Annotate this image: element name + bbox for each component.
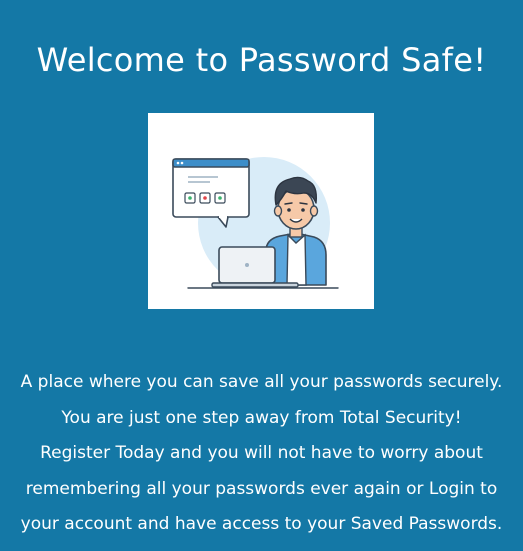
welcome-page: Welcome to Password Safe! A place where … xyxy=(0,0,523,551)
hero-illustration xyxy=(148,113,374,309)
welcome-description: A place where you can save all your pass… xyxy=(0,365,523,543)
person-laptop-illustration xyxy=(172,157,339,289)
description-line: Register Today and you will not have to … xyxy=(40,443,483,463)
description-line: A place where you can save all your pass… xyxy=(20,372,503,392)
description-line: your account and have access to your Sav… xyxy=(20,514,503,534)
description-line: You are just one step away from Total Se… xyxy=(61,407,462,428)
password-popup-icon xyxy=(172,158,250,228)
page-title: Welcome to Password Safe! xyxy=(36,41,487,79)
description-line: remembering all your passwords ever agai… xyxy=(25,478,498,499)
